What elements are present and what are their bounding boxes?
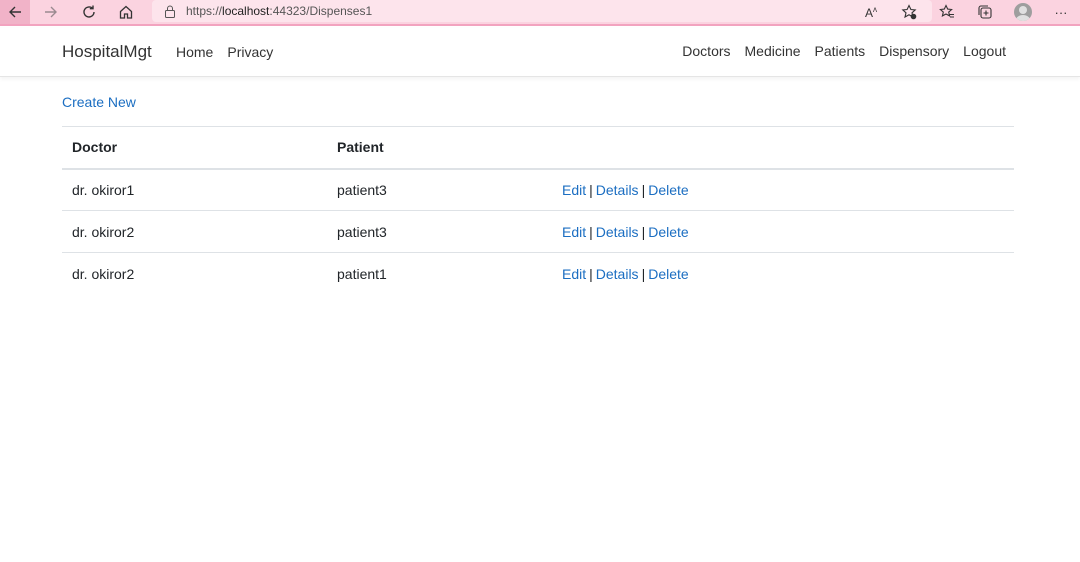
cell-doctor: dr. okiror2 <box>62 252 327 295</box>
browser-tools: Aʌ ··· <box>852 0 1080 24</box>
collections-icon <box>978 5 992 19</box>
create-new-link[interactable]: Create New <box>62 94 136 110</box>
separator: | <box>589 181 593 198</box>
home-icon <box>119 5 133 19</box>
url-host: localhost <box>222 4 270 18</box>
back-button[interactable] <box>0 0 30 24</box>
forward-button[interactable] <box>36 0 66 24</box>
separator: | <box>641 181 646 198</box>
favorites-button[interactable] <box>928 0 966 24</box>
delete-link[interactable]: Delete <box>648 224 688 240</box>
cell-patient: patient1 <box>327 252 552 295</box>
nav-doctors[interactable]: Doctors <box>682 43 730 59</box>
nav-privacy[interactable]: Privacy <box>227 44 273 60</box>
edit-link[interactable]: Edit <box>562 266 586 282</box>
cell-actions: Edit | Details | Delete <box>552 168 1014 211</box>
cell-patient: patient3 <box>327 168 552 211</box>
delete-link[interactable]: Delete <box>648 266 688 282</box>
read-aloud-icon: Aʌ <box>864 4 877 20</box>
table-row: dr. okiror1 patient3 Edit | Details | Delete <box>62 168 1014 211</box>
dispenses-table: Doctor Patient dr. okiror1 patient3 Edit… <box>62 126 1014 295</box>
app-navbar: HospitalMgt Home Privacy Doctors Medicin… <box>0 28 1080 77</box>
avatar <box>1014 3 1032 21</box>
table-header-row: Doctor Patient <box>62 126 1014 170</box>
reload-button[interactable] <box>74 0 104 24</box>
separator: | <box>589 265 593 282</box>
nav-logout[interactable]: Logout <box>963 43 1006 59</box>
url-prefix: https:// <box>186 4 223 18</box>
edit-link[interactable]: Edit <box>562 224 586 240</box>
cell-doctor: dr. okiror2 <box>62 210 327 253</box>
column-header-patient: Patient <box>327 126 552 170</box>
home-button[interactable] <box>111 0 141 24</box>
favorites-icon <box>939 4 954 18</box>
nav-left: Home Privacy <box>176 44 273 60</box>
url-path: :44323/Dispenses1 <box>269 4 373 18</box>
column-header-actions <box>552 126 1014 170</box>
url-text: https://localhost:44323/Dispenses1 <box>186 4 372 18</box>
profile-button[interactable] <box>1004 0 1042 24</box>
read-aloud-button[interactable]: Aʌ <box>852 0 890 24</box>
arrow-left-icon <box>9 6 21 18</box>
nav-home[interactable]: Home <box>176 44 213 60</box>
table-row: dr. okiror2 patient1 Edit | Details | Delete <box>62 252 1014 295</box>
details-link[interactable]: Details <box>596 224 639 240</box>
separator: | <box>589 223 593 240</box>
nav-patients[interactable]: Patients <box>815 43 866 59</box>
more-icon: ··· <box>1054 4 1068 20</box>
address-bar[interactable]: https://localhost:44323/Dispenses1 <box>152 0 932 22</box>
reload-icon <box>83 5 95 18</box>
details-link[interactable]: Details <box>596 182 639 198</box>
nav-medicine[interactable]: Medicine <box>745 43 801 59</box>
add-favorite-button[interactable] <box>890 0 928 24</box>
star-add-icon <box>901 4 917 20</box>
table-row: dr. okiror2 patient3 Edit | Details | Delete <box>62 210 1014 253</box>
cell-doctor: dr. okiror1 <box>62 168 327 211</box>
settings-more-button[interactable]: ··· <box>1042 0 1080 24</box>
column-header-doctor: Doctor <box>62 126 327 170</box>
edit-link[interactable]: Edit <box>562 182 586 198</box>
browser-toolbar: https://localhost:44323/Dispenses1 Aʌ ··… <box>0 0 1080 26</box>
nav-right: Doctors Medicine Patients Dispensory Log… <box>682 43 1006 59</box>
details-link[interactable]: Details <box>596 266 639 282</box>
cell-patient: patient3 <box>327 210 552 253</box>
delete-link[interactable]: Delete <box>648 182 688 198</box>
brand-link[interactable]: HospitalMgt <box>62 42 152 62</box>
separator: | <box>641 265 646 282</box>
cell-actions: Edit | Details | Delete <box>552 210 1014 253</box>
arrow-right-icon <box>45 6 57 18</box>
separator: | <box>641 223 646 240</box>
lock-icon <box>164 4 178 18</box>
nav-dispensory[interactable]: Dispensory <box>879 43 949 59</box>
collections-button[interactable] <box>966 0 1004 24</box>
cell-actions: Edit | Details | Delete <box>552 252 1014 295</box>
